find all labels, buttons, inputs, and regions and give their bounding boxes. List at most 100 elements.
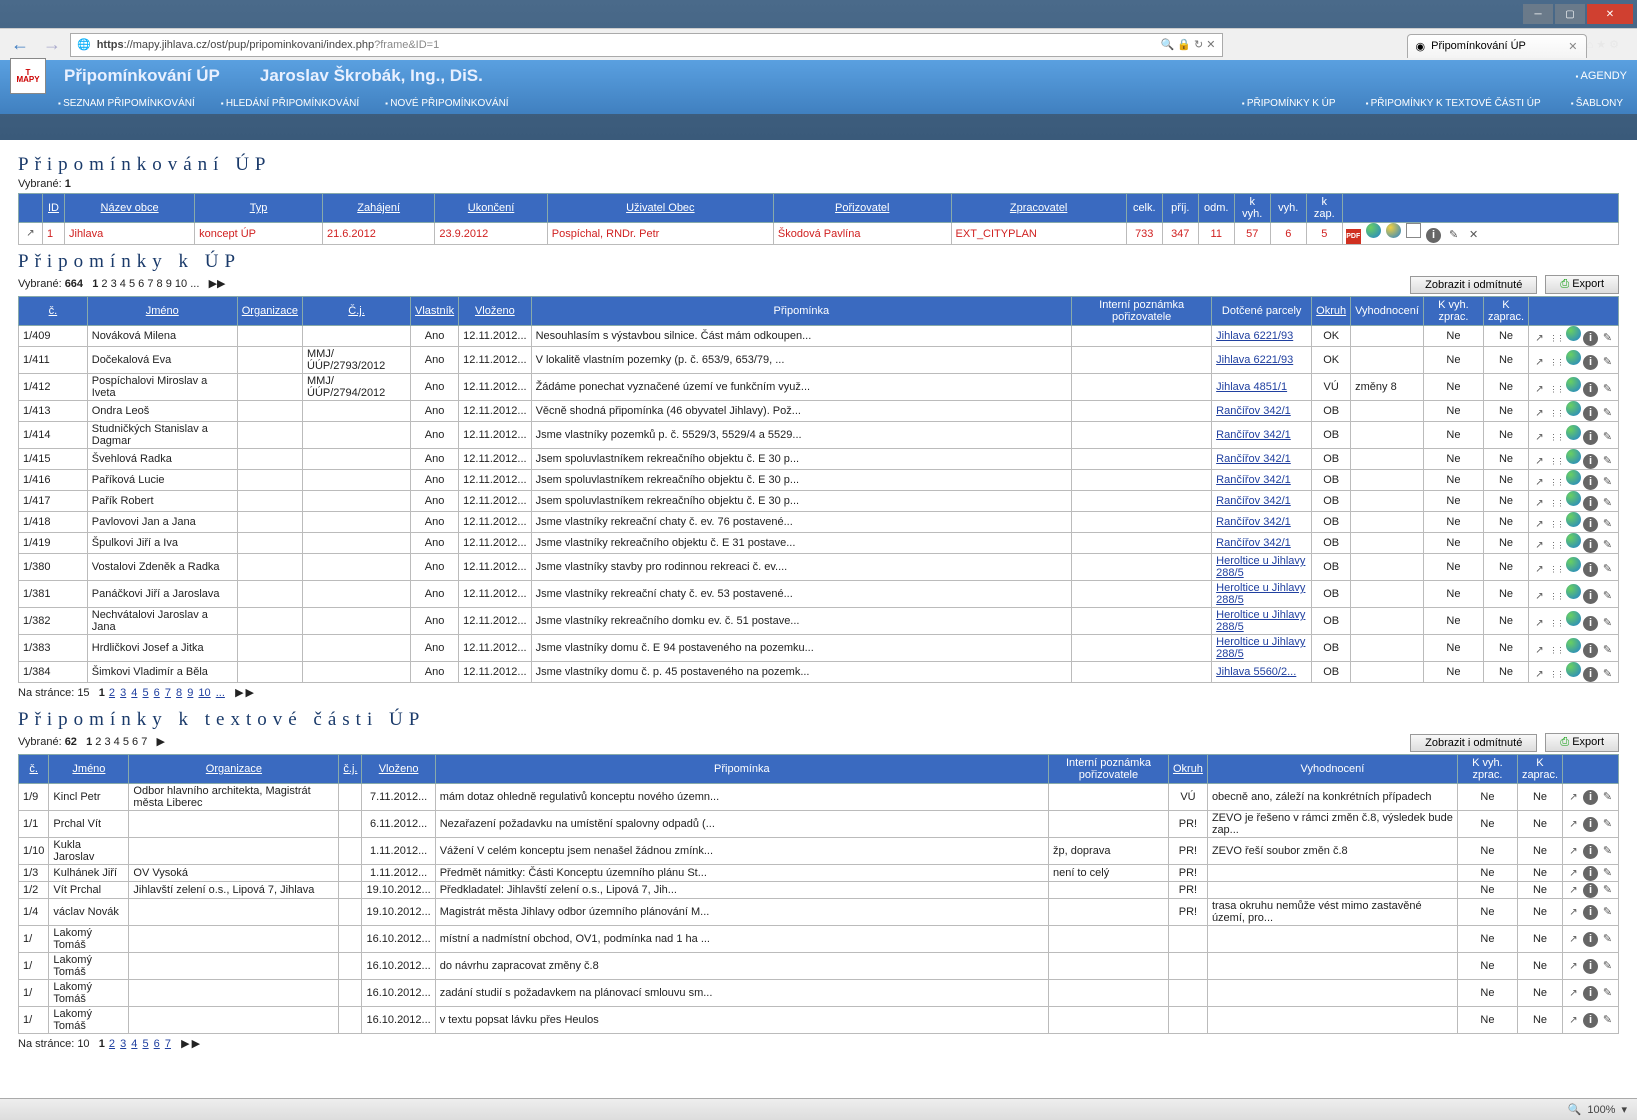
parcel-link[interactable]: Rančířov 342/1 <box>1216 429 1291 441</box>
page-link[interactable]: 7 <box>147 278 153 290</box>
page-link[interactable]: 2 <box>95 736 101 748</box>
page-link[interactable]: 2 <box>109 687 115 699</box>
open-icon[interactable] <box>1566 817 1581 832</box>
delete-icon[interactable] <box>1466 227 1481 242</box>
globe-icon[interactable] <box>1566 326 1581 341</box>
open-icon[interactable] <box>1532 382 1547 397</box>
info-icon[interactable]: i <box>1583 331 1598 346</box>
open-icon[interactable] <box>1532 589 1547 604</box>
edit-icon[interactable] <box>1600 615 1615 630</box>
page-link[interactable]: 3 <box>120 687 126 699</box>
page-link[interactable]: 6 <box>154 1038 160 1050</box>
open-icon[interactable] <box>1532 331 1547 346</box>
open-icon[interactable] <box>1532 517 1547 532</box>
edit-icon[interactable] <box>1600 816 1615 831</box>
open-icon[interactable] <box>1566 866 1581 881</box>
info-icon[interactable]: i <box>1583 562 1598 577</box>
open-icon[interactable] <box>1532 643 1547 658</box>
col-vlastnik[interactable]: Vlastník <box>415 305 454 317</box>
col-cj[interactable]: Č.j. <box>348 305 365 317</box>
grid-icon[interactable] <box>1549 643 1564 658</box>
edit-icon[interactable] <box>1600 495 1615 510</box>
edit-icon[interactable] <box>1600 405 1615 420</box>
grid-icon[interactable] <box>1549 517 1564 532</box>
col-porizovatel[interactable]: Pořizovatel <box>835 202 889 214</box>
open-icon[interactable] <box>1532 406 1547 421</box>
open-icon[interactable] <box>1566 883 1581 898</box>
col-typ[interactable]: Typ <box>250 202 268 214</box>
menu-sablony[interactable]: ŠABLONY <box>1571 98 1623 109</box>
menu-pripominky-text[interactable]: PŘIPOMÍNKY K TEXTOVÉ ČÁSTI ÚP <box>1366 98 1541 109</box>
page-link[interactable]: 7 <box>141 736 147 748</box>
show-rejected-button[interactable]: Zobrazit i odmítnuté <box>1410 734 1537 752</box>
open-icon[interactable] <box>1532 538 1547 553</box>
info-icon[interactable]: i <box>1583 1013 1598 1028</box>
zoom-chevron-icon[interactable]: ▾ <box>1621 1103 1627 1116</box>
edit-icon[interactable] <box>1600 882 1615 897</box>
info-icon[interactable]: i <box>1583 355 1598 370</box>
grid-icon[interactable] <box>1549 667 1564 682</box>
info-icon[interactable]: i <box>1583 517 1598 532</box>
info-icon[interactable]: i <box>1583 844 1598 859</box>
open-icon[interactable] <box>1532 562 1547 577</box>
edit-icon[interactable] <box>1600 537 1615 552</box>
parcel-link[interactable]: Rančířov 342/1 <box>1216 453 1291 465</box>
grid-icon[interactable] <box>1549 589 1564 604</box>
page-link[interactable]: 5 <box>142 687 148 699</box>
page-link[interactable]: 4 <box>131 687 137 699</box>
edit-icon[interactable] <box>1600 453 1615 468</box>
col-zpracovatel[interactable]: Zpracovatel <box>1010 202 1067 214</box>
page-link[interactable]: 8 <box>157 278 163 290</box>
edit-icon[interactable] <box>1600 561 1615 576</box>
page-link[interactable]: 2 <box>109 1038 115 1050</box>
info-icon[interactable]: i <box>1583 382 1598 397</box>
open-icon[interactable] <box>1532 667 1547 682</box>
info-icon[interactable]: i <box>1583 406 1598 421</box>
edit-icon[interactable] <box>1600 642 1615 657</box>
page-link[interactable]: 5 <box>129 278 135 290</box>
open-icon[interactable] <box>1532 430 1547 445</box>
col-org[interactable]: Organizace <box>206 763 262 775</box>
parcel-link[interactable]: Heroltice u Jihlavy 288/5 <box>1216 636 1305 660</box>
info-icon[interactable]: i <box>1583 643 1598 658</box>
globe-icon[interactable] <box>1566 425 1581 440</box>
globe-icon[interactable] <box>1566 557 1581 572</box>
next-page-icon[interactable]: ▶▶ <box>235 687 256 699</box>
parcel-link[interactable]: Rančířov 342/1 <box>1216 516 1291 528</box>
grid-icon[interactable] <box>1549 562 1564 577</box>
parcel-link[interactable]: Jihlava 6221/93 <box>1216 330 1293 342</box>
grid-icon[interactable] <box>1549 355 1564 370</box>
info-icon[interactable]: i <box>1583 616 1598 631</box>
open-icon[interactable] <box>1566 844 1581 859</box>
edit-icon[interactable] <box>1600 843 1615 858</box>
grid-icon[interactable] <box>1549 406 1564 421</box>
row-toggle-icon[interactable] <box>19 223 43 245</box>
info-icon[interactable]: i <box>1426 228 1441 243</box>
globe-icon[interactable] <box>1566 638 1581 653</box>
globe-icon[interactable] <box>1566 377 1581 392</box>
show-rejected-button[interactable]: Zobrazit i odmítnuté <box>1410 276 1537 294</box>
menu-pripominky-up[interactable]: PŘIPOMÍNKY K ÚP <box>1242 98 1336 109</box>
edit-icon[interactable] <box>1600 330 1615 345</box>
info-icon[interactable]: i <box>1583 883 1598 898</box>
col-jmeno[interactable]: Jméno <box>146 305 179 317</box>
open-icon[interactable] <box>1532 475 1547 490</box>
globe-icon[interactable] <box>1566 584 1581 599</box>
open-icon[interactable] <box>1566 986 1581 1001</box>
page-link[interactable]: 9 <box>187 687 193 699</box>
col-okruh[interactable]: Okruh <box>1316 305 1346 317</box>
info-icon[interactable]: i <box>1583 589 1598 604</box>
globe-icon[interactable] <box>1566 350 1581 365</box>
window-minimize[interactable]: ─ <box>1523 4 1553 24</box>
page-link[interactable]: 5 <box>123 736 129 748</box>
col-vlozeno[interactable]: Vloženo <box>379 763 419 775</box>
parcel-link[interactable]: Heroltice u Jihlavy 288/5 <box>1216 609 1305 633</box>
edit-icon[interactable] <box>1600 904 1615 919</box>
globe2-icon[interactable] <box>1386 223 1401 238</box>
page-link[interactable]: 10 <box>198 687 210 699</box>
page-link[interactable]: ... <box>216 687 225 699</box>
info-icon[interactable]: i <box>1583 538 1598 553</box>
page-link[interactable]: 7 <box>165 687 171 699</box>
info-icon[interactable]: i <box>1583 667 1598 682</box>
globe-icon[interactable] <box>1566 470 1581 485</box>
